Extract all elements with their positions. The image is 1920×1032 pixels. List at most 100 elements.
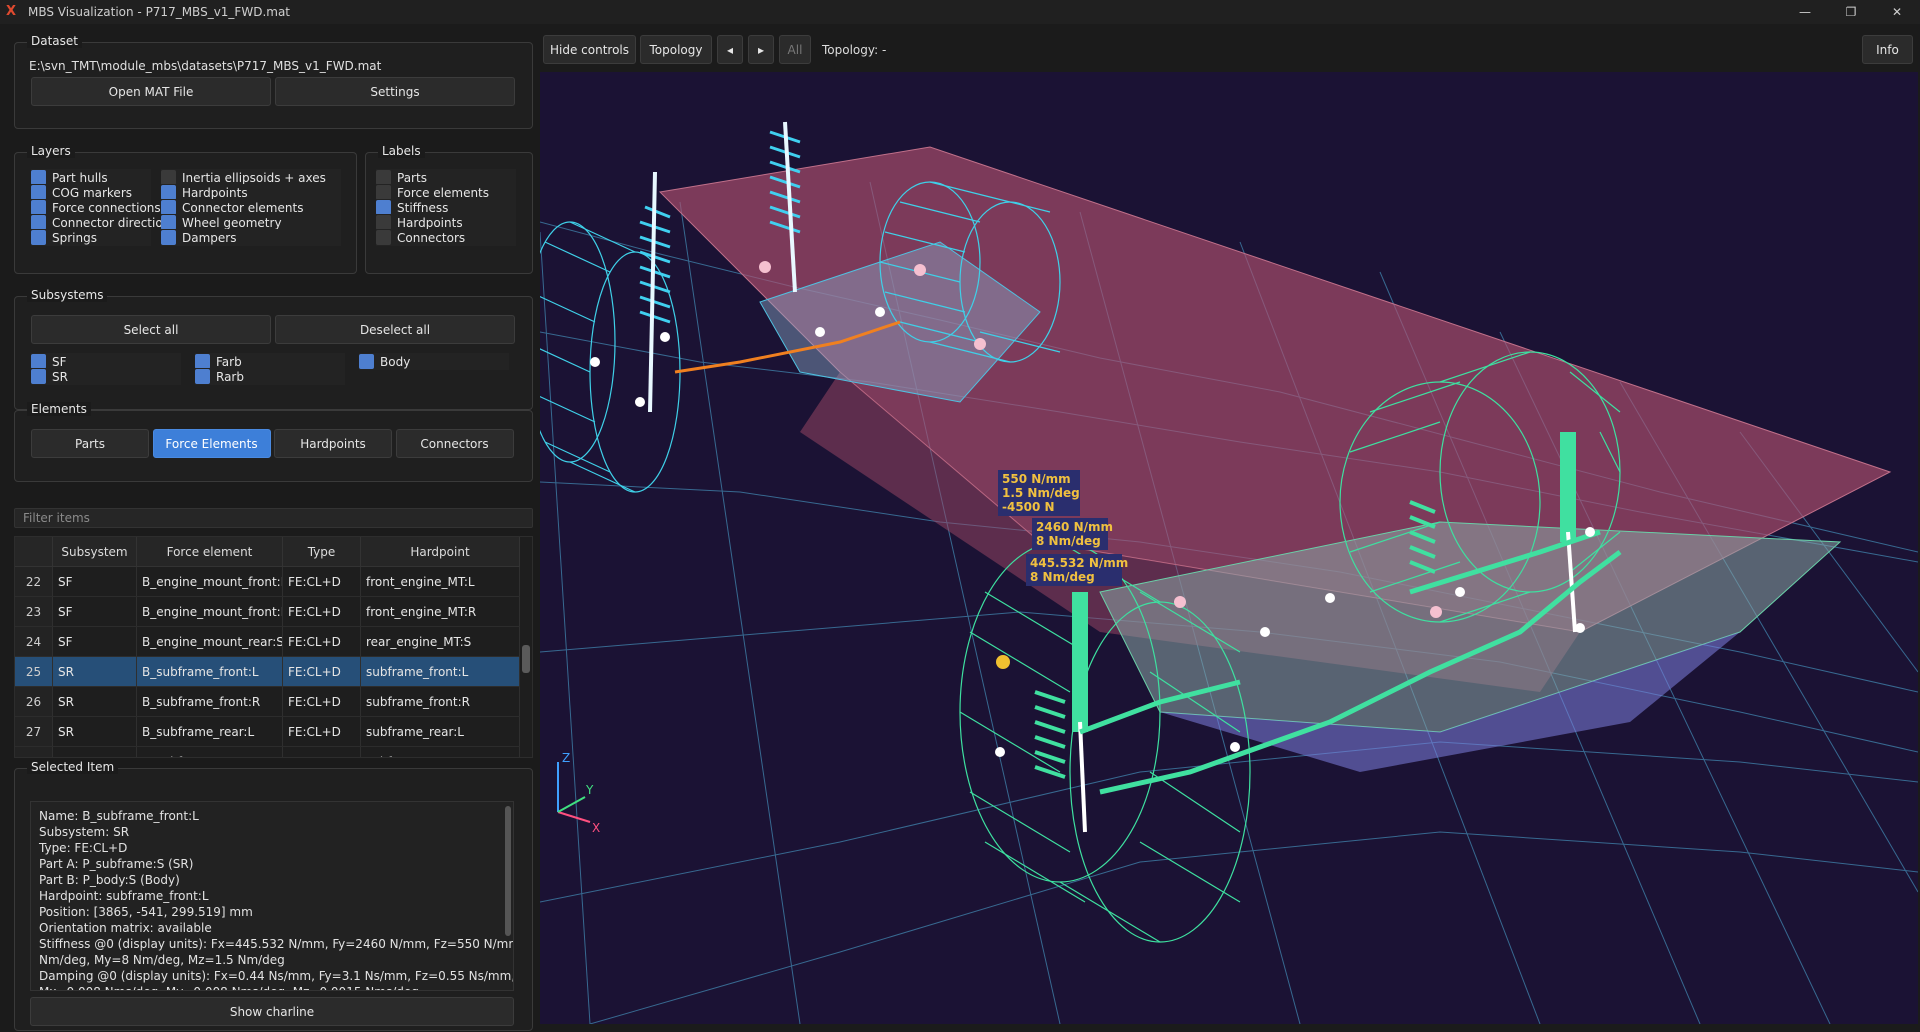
topology-button[interactable]: Topology xyxy=(640,35,712,64)
table-row[interactable]: 23 SF B_engine_mount_front:R FE:CL+D front_e… xyxy=(15,597,520,627)
table-header: Subsystem Force element Type Hardpoint xyxy=(15,537,520,567)
row-number: 25 xyxy=(15,657,53,686)
checkbox-indicator[interactable] xyxy=(161,170,176,185)
topology-status: Topology: - xyxy=(822,43,887,57)
checkbox-indicator[interactable] xyxy=(161,185,176,200)
checkbox-indicator[interactable] xyxy=(31,185,46,200)
filter-items-input[interactable]: Filter items xyxy=(14,508,533,528)
layer-checkbox-springs[interactable]: Springs xyxy=(31,229,151,246)
settings-button[interactable]: Settings xyxy=(275,77,515,106)
checkbox-indicator[interactable] xyxy=(195,369,210,384)
show-charline-button[interactable]: Show charline xyxy=(30,997,514,1026)
checkbox-indicator[interactable] xyxy=(31,200,46,215)
checkbox-indicator[interactable] xyxy=(31,215,46,230)
3d-viewport[interactable]: 550 N/mm 1.5 Nm/deg -4500 N 2460 N/mm 8 … xyxy=(540,72,1918,1024)
table-cell-hardpoint: rear_engine_MT:S xyxy=(361,627,520,656)
checkbox-label: Connector elements xyxy=(182,200,304,215)
checkbox-indicator[interactable] xyxy=(376,185,391,200)
tab-parts[interactable]: Parts xyxy=(31,429,149,458)
table-row[interactable]: 27 SR B_subframe_rear:L FE:CL+D subframe_rea… xyxy=(15,717,520,747)
checkbox-indicator[interactable] xyxy=(376,230,391,245)
layer-checkbox-dampers[interactable]: Dampers xyxy=(161,229,341,246)
table-row[interactable]: 26 SR B_subframe_front:R FE:CL+D subframe_fr… xyxy=(15,687,520,717)
table-cell-type: FE:CL+D xyxy=(283,627,361,656)
checkbox-indicator[interactable] xyxy=(376,170,391,185)
checkbox-indicator[interactable] xyxy=(161,200,176,215)
table-cell-subsystem: SF xyxy=(53,567,137,596)
table-cell-hardpoint: front_engine_MT:L xyxy=(361,567,520,596)
table-row[interactable]: 25 SR B_subframe_front:L FE:CL+D subframe_fr… xyxy=(15,657,520,687)
subsystem-checkbox-sr[interactable]: SR xyxy=(31,368,181,385)
layers-group: Layers Part hulls COG markers Force connec… xyxy=(14,144,357,274)
subsystem-checkbox-body[interactable]: Body xyxy=(359,353,509,370)
checkbox-indicator[interactable] xyxy=(31,230,46,245)
minimize-button[interactable]: — xyxy=(1782,0,1828,24)
open-mat-file-button[interactable]: Open MAT File xyxy=(31,77,271,106)
tab-hardpoints[interactable]: Hardpoints xyxy=(274,429,392,458)
table-cell-subsystem: SF xyxy=(53,627,137,656)
table-cell-hardpoint: subframe_rear:L xyxy=(361,717,520,746)
table-row[interactable]: 24 SF B_engine_mount_rear:S FE:CL+D rear_eng… xyxy=(15,627,520,657)
topology-prev-button[interactable]: ◂ xyxy=(717,35,743,64)
table-row[interactable]: 28SRB_subframe_rear:RFE:CL+Dsubframe_rea… xyxy=(15,747,520,757)
hide-controls-button[interactable]: Hide controls xyxy=(543,35,636,64)
checkbox-indicator[interactable] xyxy=(359,354,374,369)
details-scrollbar[interactable] xyxy=(505,806,511,936)
detail-line: Part A: P_subframe:S (SR) xyxy=(39,857,194,871)
info-button[interactable]: Info xyxy=(1862,35,1913,64)
checkbox-label: Connector directions xyxy=(52,215,177,230)
rear-left-damper xyxy=(1034,592,1088,833)
column-header-subsystem[interactable]: Subsystem xyxy=(53,537,137,566)
stiffness-label-2: 2460 N/mm 8 Nm/deg xyxy=(1032,518,1113,550)
label-checkbox-connectors[interactable]: Connectors xyxy=(376,229,516,246)
checkbox-indicator[interactable] xyxy=(195,354,210,369)
table-row[interactable]: 22 SF B_engine_mount_front:L FE:CL+D front_e… xyxy=(15,567,520,597)
table-cell-subsystem: SR xyxy=(53,657,137,686)
deselect-all-button[interactable]: Deselect all xyxy=(275,315,515,344)
viewport-toolbar: Hide controls Topology ◂ ▸ All Topology:… xyxy=(540,24,1920,72)
tab-force-elements[interactable]: Force Elements xyxy=(152,429,271,458)
tab-connectors[interactable]: Connectors xyxy=(395,429,514,458)
scene-canvas[interactable]: 550 N/mm 1.5 Nm/deg -4500 N 2460 N/mm 8 … xyxy=(540,72,1918,1024)
checkbox-indicator[interactable] xyxy=(31,170,46,185)
column-header-force-element[interactable]: Force element xyxy=(137,537,283,566)
detail-line: Mx=0.008 Nms/deg, My=0.008 Nms/deg, Mz=0… xyxy=(39,984,505,990)
layers-title: Layers xyxy=(27,144,75,158)
stiffness-label-3-line-2: 8 Nm/deg xyxy=(1030,570,1095,584)
stiffness-label-1: 550 N/mm 1.5 Nm/deg -4500 N xyxy=(998,470,1080,516)
checkbox-indicator[interactable] xyxy=(376,200,391,215)
checkbox-label: Parts xyxy=(397,170,427,185)
table-scrollbar[interactable] xyxy=(522,567,530,757)
column-header-type[interactable]: Type xyxy=(283,537,361,566)
dataset-path: E:\svn_TMT\module_mbs\datasets\P717_MBS_… xyxy=(29,59,382,73)
table-cell-element: B_subframe_rear:L xyxy=(137,717,283,746)
checkbox-indicator[interactable] xyxy=(161,215,176,230)
table-cell-type: FE:CL+D xyxy=(283,657,361,686)
topology-all-button[interactable]: All xyxy=(779,35,811,64)
axis-y-label: Y xyxy=(585,783,594,797)
topology-next-button[interactable]: ▸ xyxy=(748,35,774,64)
checkbox-indicator[interactable] xyxy=(31,354,46,369)
row-number: 28 xyxy=(15,747,53,757)
checkbox-indicator[interactable] xyxy=(31,369,46,384)
maximize-button[interactable]: ❐ xyxy=(1828,0,1874,24)
checkbox-indicator[interactable] xyxy=(161,230,176,245)
selected-item-details: Name: B_subframe_front:L Subsystem: SR Typ… xyxy=(30,801,514,991)
checkbox-indicator[interactable] xyxy=(376,215,391,230)
stiffness-label-1-line-2: 1.5 Nm/deg xyxy=(1002,486,1080,500)
dataset-group: Dataset E:\svn_TMT\module_mbs\datasets\P… xyxy=(14,34,533,129)
close-button[interactable]: ✕ xyxy=(1874,0,1920,24)
subsystem-checkbox-rarb[interactable]: Rarb xyxy=(195,368,345,385)
detail-line: Subsystem: SR xyxy=(39,825,130,839)
row-number: 27 xyxy=(15,717,53,746)
table-cell-element: B_engine_mount_front:R xyxy=(137,597,283,626)
detail-line: Position: [3865, -541, 299.519] mm xyxy=(39,905,253,919)
table-scroll-thumb[interactable] xyxy=(522,645,530,673)
stiffness-label-3: 445.532 N/mm 8 Nm/deg xyxy=(1026,554,1128,586)
column-header-hardpoint[interactable]: Hardpoint xyxy=(361,537,520,566)
checkbox-label: Inertia ellipsoids + axes xyxy=(182,170,326,185)
select-all-button[interactable]: Select all xyxy=(31,315,271,344)
labels-group: Labels Parts Force elements Stiffness Hardp… xyxy=(365,144,533,274)
subsystems-group: Subsystems Select all Deselect all SF SR F… xyxy=(14,288,533,410)
axis-z-label: Z xyxy=(562,751,570,765)
